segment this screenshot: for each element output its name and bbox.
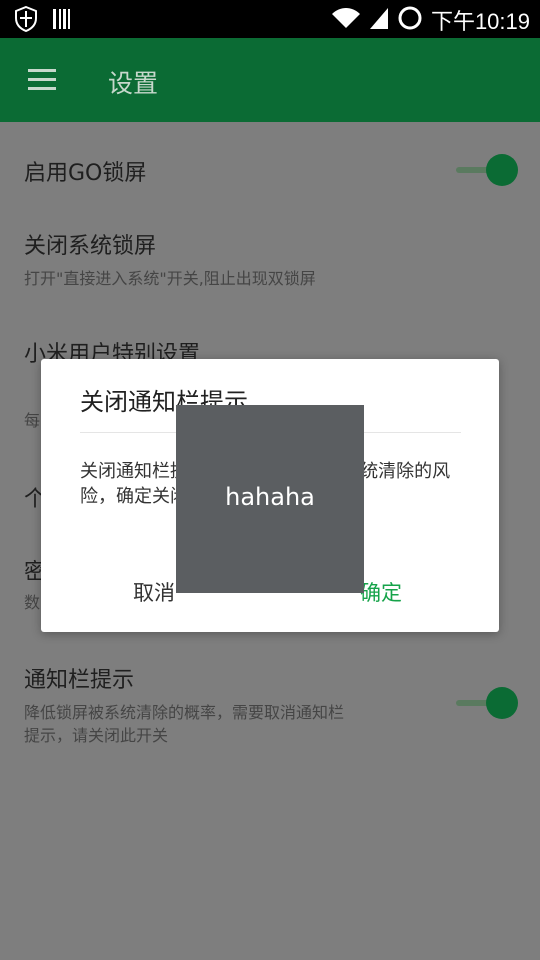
cell-signal-icon — [369, 6, 389, 34]
enable-go-lockscreen-toggle[interactable] — [456, 154, 518, 186]
setting-subtitle: 降低锁屏被系统清除的概率，需要取消通知栏 — [24, 703, 345, 722]
barcode-icon — [52, 7, 72, 35]
wifi-icon — [331, 6, 361, 34]
setting-subtitle: 数 — [24, 593, 41, 612]
status-bar: 下午10:19 — [0, 0, 540, 38]
status-time: 下午10:19 — [430, 9, 530, 34]
toast: hahaha — [176, 405, 364, 593]
setting-notification-bar-hint[interactable]: 通知栏提示 降低锁屏被系统清除的概率，需要取消通知栏 提示，请关闭此开关 — [0, 652, 540, 752]
toast-text: hahaha — [225, 483, 315, 511]
setting-subtitle: 提示，请关闭此开关 — [24, 726, 169, 745]
hamburger-menu-icon[interactable] — [28, 69, 56, 91]
notification-bar-hint-toggle[interactable] — [456, 687, 518, 719]
shield-icon — [14, 5, 38, 36]
setting-title: 通知栏提示 — [24, 668, 135, 693]
ring-icon — [397, 5, 423, 35]
page-title: 设置 — [108, 69, 159, 98]
setting-enable-go-lockscreen[interactable]: 启用GO锁屏 — [0, 122, 540, 222]
setting-title: 关闭系统锁屏 — [24, 234, 157, 259]
cancel-button[interactable]: 取消 — [133, 577, 175, 607]
app-bar: 设置 — [0, 38, 540, 122]
setting-subtitle: 每 — [24, 411, 41, 430]
confirm-button[interactable]: 确定 — [360, 577, 402, 607]
setting-title: 启用GO锁屏 — [24, 161, 147, 186]
setting-close-system-lockscreen[interactable]: 关闭系统锁屏 打开"直接进入系统"开关,阻止出现双锁屏 — [0, 222, 540, 322]
setting-subtitle: 打开"直接进入系统"开关,阻止出现双锁屏 — [24, 269, 316, 288]
